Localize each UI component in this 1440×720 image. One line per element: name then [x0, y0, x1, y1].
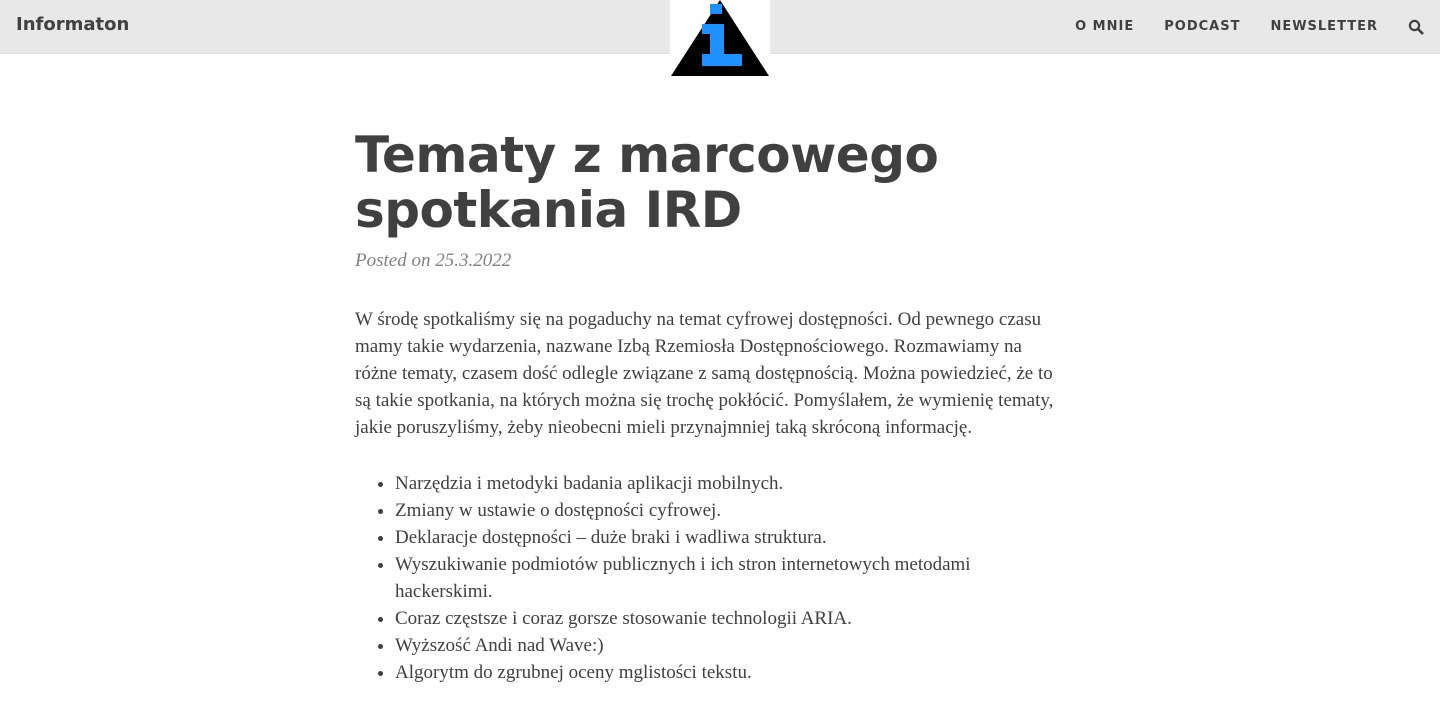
- list-item: Wyszukiwanie podmiotów publicznych i ich…: [395, 551, 1060, 605]
- nav-item-newsletter[interactable]: NEWSLETTER: [1270, 19, 1378, 35]
- site-logo[interactable]: [670, 0, 770, 78]
- nav-item-o-mnie[interactable]: O MNIE: [1075, 19, 1134, 35]
- info-triangle-icon: [671, 0, 769, 76]
- list-item: Wyższość Andi nad Wave:): [395, 632, 1060, 659]
- main-nav: O MNIE PODCAST NEWSLETTER: [1075, 19, 1440, 35]
- search-icon: [1408, 19, 1424, 35]
- article-title: Tematy z marcowego spotkania IRD: [355, 126, 939, 239]
- post-date[interactable]: 25.3.2022: [435, 250, 511, 271]
- site-header: Informaton O MNIE PODCAST NEWSLETTER: [0, 0, 1440, 78]
- list-item: Algorytm do zgrubnej oceny mglistości te…: [395, 659, 1060, 686]
- article: Tematy z marcowego spotkania IRD Posted …: [355, 128, 1075, 686]
- list-item: Deklaracje dostępności – duże braki i wa…: [395, 524, 1060, 551]
- search-button[interactable]: [1408, 19, 1424, 35]
- list-item: Narzędzia i metodyki badania aplikacji m…: [395, 470, 1060, 497]
- topics-list: Narzędzia i metodyki badania aplikacji m…: [355, 470, 1060, 686]
- site-title-link[interactable]: Informaton: [16, 14, 129, 35]
- list-item: Coraz częstsze i coraz gorsze stosowanie…: [395, 605, 1060, 632]
- intro-paragraph: W środę spotkaliśmy się na pogaduchy na …: [355, 309, 1054, 438]
- nav-item-podcast[interactable]: PODCAST: [1164, 19, 1240, 35]
- list-item: Zmiany w ustawie o dostępności cyfrowej.: [395, 497, 1060, 524]
- post-meta: Posted on 25.3.2022: [355, 250, 1075, 272]
- posted-on-label: Posted on: [355, 250, 431, 271]
